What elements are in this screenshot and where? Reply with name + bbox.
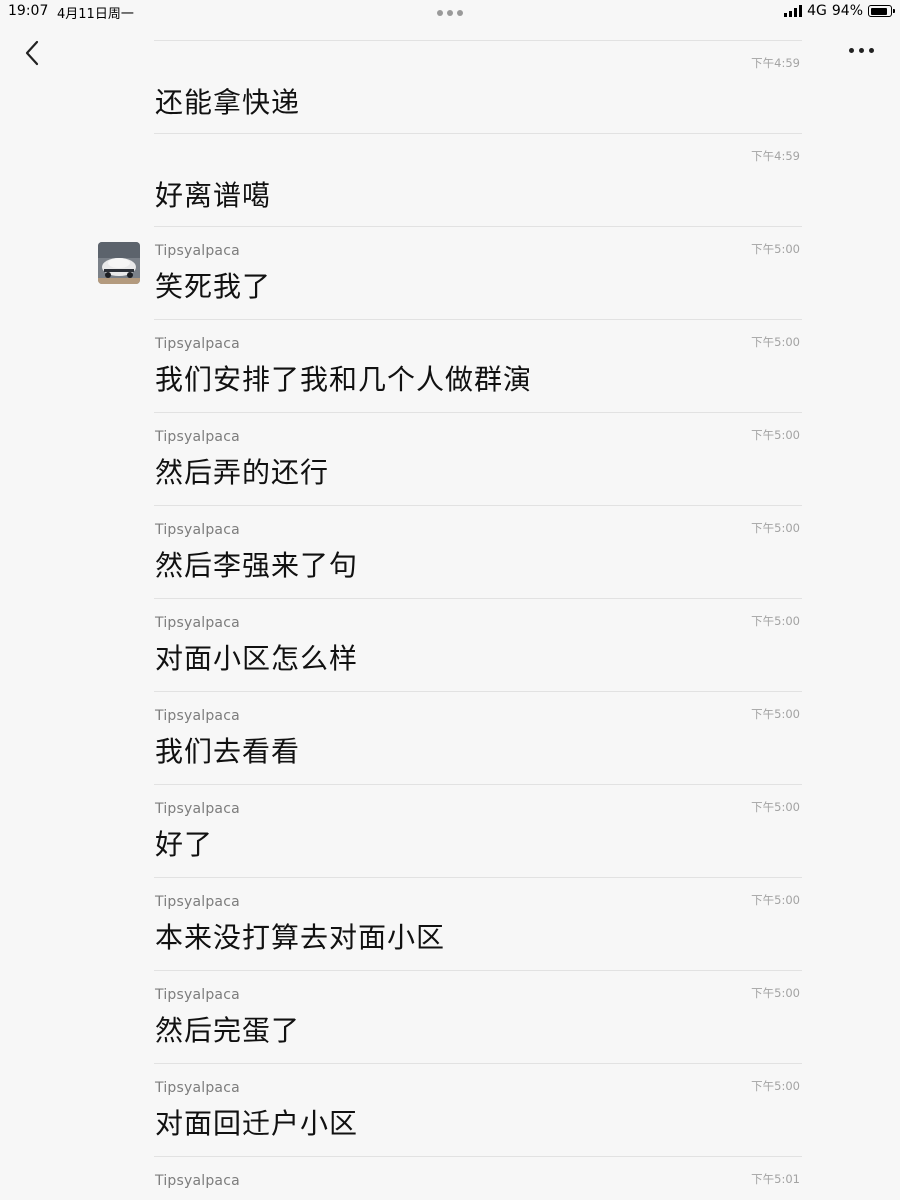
network-type: 4G: [807, 3, 827, 19]
message-text: 对面小区怎么样: [155, 642, 359, 675]
message-item[interactable]: Tipsyalpaca 下午5:00 我们安排了我和几个人做群演: [154, 320, 802, 413]
message-sender: Tipsyalpaca: [155, 1173, 240, 1189]
message-text: 好了: [155, 828, 214, 861]
message-list[interactable]: 下午4:59 还能拿快递 下午4:59 好离谱噶 Tipsyalpaca 下午5…: [0, 41, 900, 1200]
message-time: 下午5:00: [751, 1079, 800, 1093]
message-time: 下午5:00: [751, 986, 800, 1000]
message-time: 下午4:59: [751, 149, 800, 163]
status-date: 4月11日周一: [57, 7, 134, 22]
message-text: 然后完蛋了: [155, 1014, 301, 1047]
battery-fill: [870, 7, 887, 15]
message-sender: Tipsyalpaca: [155, 1080, 240, 1096]
message-sender: Tipsyalpaca: [155, 336, 240, 352]
chat-screen: 19:07 4月11日周一 4G 94% 下午4:59 还能拿快递 下午4:59…: [0, 0, 900, 1200]
message-sender: Tipsyalpaca: [155, 615, 240, 631]
signal-icon: [784, 5, 803, 17]
message-time: 下午5:00: [751, 335, 800, 349]
message-time: 下午4:59: [751, 56, 800, 70]
message-item[interactable]: Tipsyalpaca 下午5:00 对面回迁户小区: [154, 1064, 802, 1157]
message-time: 下午5:00: [751, 428, 800, 442]
message-sender: Tipsyalpaca: [155, 801, 240, 817]
message-time: 下午5:00: [751, 707, 800, 721]
battery-percent: 94%: [831, 3, 863, 19]
message-text: 我们安排了我和几个人做群演: [155, 363, 533, 396]
message-item[interactable]: Tipsyalpaca 下午5:01 然后来强被拉住了: [154, 1157, 802, 1200]
message-item[interactable]: Tipsyalpaca 下午5:00 对面小区怎么样: [154, 599, 802, 692]
message-text: 然后弄的还行: [155, 456, 330, 489]
message-text: 笑死我了: [155, 270, 272, 303]
status-indicators: 4G 94%: [784, 3, 895, 19]
status-bar: 19:07 4月11日周一 4G 94%: [0, 0, 900, 26]
message-sender: Tipsyalpaca: [155, 894, 240, 910]
message-text: 然后李强来了句: [155, 549, 359, 582]
message-item[interactable]: Tipsyalpaca 下午5:00 然后完蛋了: [154, 971, 802, 1064]
message-text: 我们去看看: [155, 735, 301, 768]
message-sender: Tipsyalpaca: [155, 429, 240, 445]
message-text: 还能拿快递: [155, 86, 301, 119]
message-time: 下午5:00: [751, 893, 800, 907]
message-item[interactable]: Tipsyalpaca 下午5:00 然后弄的还行: [154, 413, 802, 506]
message-item[interactable]: Tipsyalpaca 下午5:00 然后李强来了句: [154, 506, 802, 599]
avatar[interactable]: [98, 242, 140, 284]
message-time: 下午5:00: [751, 614, 800, 628]
message-item[interactable]: Tipsyalpaca 下午5:00 本来没打算去对面小区: [154, 878, 802, 971]
message-sender: Tipsyalpaca: [155, 522, 240, 538]
status-time: 19:07: [8, 3, 49, 19]
message-text: 对面回迁户小区: [155, 1107, 359, 1140]
message-time: 下午5:00: [751, 521, 800, 535]
message-sender: Tipsyalpaca: [155, 987, 240, 1003]
message-time: 下午5:00: [751, 242, 800, 256]
message-text: 然后来强被拉住了: [155, 1195, 387, 1200]
message-text: 本来没打算去对面小区: [155, 921, 446, 954]
multitasking-dots-icon[interactable]: [437, 10, 463, 16]
message-time: 下午5:00: [751, 800, 800, 814]
message-item[interactable]: Tipsyalpaca 下午5:00 我们去看看: [154, 692, 802, 785]
message-item[interactable]: 下午4:59 好离谱噶: [154, 134, 802, 227]
message-item[interactable]: 下午4:59 还能拿快递: [154, 41, 802, 134]
message-sender: Tipsyalpaca: [155, 708, 240, 724]
message-item[interactable]: Tipsyalpaca 下午5:00 笑死我了: [98, 227, 802, 320]
message-sender: Tipsyalpaca: [155, 243, 240, 259]
message-item[interactable]: Tipsyalpaca 下午5:00 好了: [154, 785, 802, 878]
battery-icon: [868, 5, 895, 17]
message-text: 好离谱噶: [155, 179, 272, 212]
avatar-image: [98, 242, 140, 284]
message-time: 下午5:01: [751, 1172, 800, 1186]
